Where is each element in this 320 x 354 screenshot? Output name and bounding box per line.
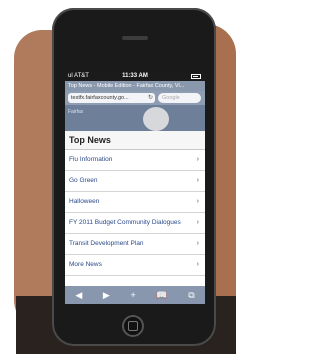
list-item-budget-dialogues[interactable]: FY 2011 Budget Community Dialogues › — [65, 213, 205, 234]
url-text: testfx.fairfaxcounty.go... — [71, 95, 129, 101]
speaker-grille — [122, 36, 148, 40]
list-item-flu-information[interactable]: Flu Information › — [65, 150, 205, 171]
forward-icon[interactable]: ▶ — [103, 290, 110, 301]
reload-icon[interactable]: ↻ — [148, 93, 153, 103]
list-item-label: FY 2011 Budget Community Dialogues — [69, 219, 181, 226]
chevron-right-icon: › — [196, 240, 199, 247]
list-item-label: Halloween — [69, 198, 100, 205]
bookmarks-icon[interactable]: 📖 — [156, 290, 167, 301]
list-item-halloween[interactable]: Halloween › — [65, 192, 205, 213]
banner-label: Fairfax — [68, 109, 84, 115]
list-item-label: Flu Information — [69, 156, 113, 163]
iphone-device: ul AT&T 11:33 AM Top News - Mobile Editi… — [52, 8, 216, 346]
phone-screen: ul AT&T 11:33 AM Top News - Mobile Editi… — [65, 72, 205, 304]
add-icon[interactable]: + — [130, 290, 135, 300]
browser-address-bar: testfx.fairfaxcounty.go... ↻ Google — [65, 91, 205, 105]
browser-toolbar: ◀ ▶ + 📖 ⧉ — [65, 286, 205, 304]
list-item-go-green[interactable]: Go Green › — [65, 171, 205, 192]
back-icon[interactable]: ◀ — [75, 290, 82, 301]
chevron-right-icon: › — [196, 261, 199, 268]
chevron-right-icon: › — [196, 219, 199, 226]
chevron-right-icon: › — [196, 177, 199, 184]
list-item-label: More News — [69, 261, 102, 268]
chevron-right-icon: › — [196, 198, 199, 205]
news-list: Flu Information › Go Green › Halloween ›… — [65, 150, 205, 276]
pages-icon[interactable]: ⧉ — [188, 290, 194, 301]
url-field[interactable]: testfx.fairfaxcounty.go... ↻ — [68, 93, 155, 103]
search-input[interactable]: Google — [158, 93, 201, 103]
home-button[interactable] — [122, 315, 144, 337]
county-seal-image — [143, 107, 169, 131]
page-title: Top News - Mobile Edition - Fairfax Coun… — [65, 81, 205, 91]
list-item-label: Transit Development Plan — [69, 240, 144, 247]
battery-icon — [191, 74, 201, 79]
list-item-more-news[interactable]: More News › — [65, 255, 205, 276]
list-item-label: Go Green — [69, 177, 98, 184]
clock: 11:33 AM — [122, 73, 148, 79]
header-banner: Fairfax — [65, 105, 205, 131]
chevron-right-icon: › — [196, 156, 199, 163]
status-bar: ul AT&T 11:33 AM — [65, 72, 205, 81]
list-item-transit-plan[interactable]: Transit Development Plan › — [65, 234, 205, 255]
section-heading: Top News — [65, 131, 205, 150]
photo-background: ul AT&T 11:33 AM Top News - Mobile Editi… — [0, 0, 244, 354]
